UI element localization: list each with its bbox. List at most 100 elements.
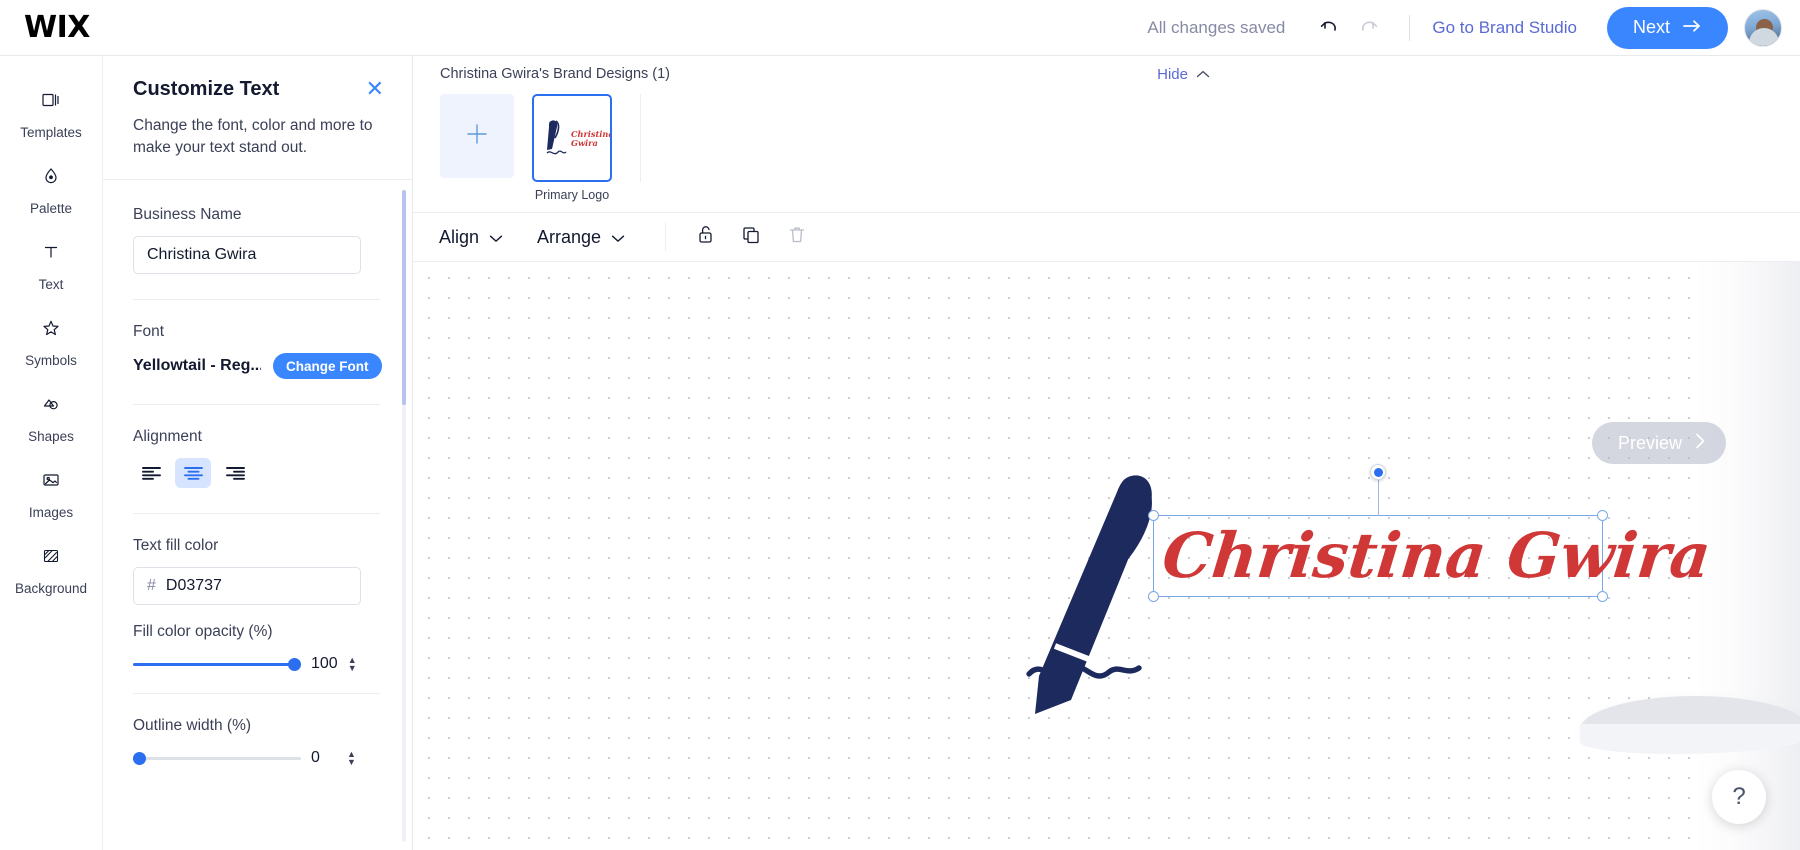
plus-icon <box>463 120 491 153</box>
canvas-toolbar: Align Arrange <box>413 212 1800 262</box>
next-button[interactable]: Next <box>1606 6 1728 49</box>
resize-handle-top-left[interactable] <box>1148 510 1159 521</box>
business-name-input[interactable] <box>133 236 361 274</box>
panel-scrollbar-thumb[interactable] <box>402 190 406 405</box>
outline-width-label: Outline width (%) <box>133 717 252 734</box>
thumbnail-label: Primary Logo <box>534 188 610 202</box>
hide-designs-button[interactable]: Hide <box>1157 66 1210 83</box>
text-fill-color-label: Text fill color <box>133 537 219 554</box>
align-right-button[interactable] <box>217 458 253 488</box>
top-bar-right-group: All changes saved Go to Brand Studio Nex… <box>1147 6 1800 49</box>
panel-scroll-area: Business Name Font Yellowtail - Reg... C… <box>103 180 412 850</box>
sidebar-label-palette: Palette <box>29 201 73 216</box>
wix-logo-maker-app: WIX All changes saved Go to Brand Studio… <box>0 0 1800 850</box>
slider-track <box>133 757 301 760</box>
fill-opacity-section: Fill color opacity (%) 100 ▲ ▼ <box>133 605 382 673</box>
change-font-button[interactable]: Change Font <box>273 353 382 379</box>
chevron-down-icon <box>489 227 503 248</box>
palette-droplet-icon <box>32 157 70 195</box>
outline-width-slider[interactable] <box>133 751 301 765</box>
sidebar-item-shapes[interactable]: Shapes <box>0 376 102 452</box>
arrange-dropdown[interactable]: Arrange <box>537 227 625 248</box>
divider <box>640 94 641 182</box>
sidebar-label-background: Background <box>14 581 88 596</box>
image-icon <box>32 461 70 499</box>
hex-color-input[interactable] <box>165 577 373 595</box>
sidebar-label-shapes: Shapes <box>28 429 74 444</box>
alignment-section: Alignment <box>133 405 382 488</box>
templates-icon <box>32 81 70 119</box>
redo-button[interactable] <box>1349 9 1387 47</box>
chevron-down-icon <box>611 227 625 248</box>
add-design-button[interactable] <box>440 94 514 178</box>
top-bar: WIX All changes saved Go to Brand Studio… <box>0 0 1800 56</box>
outline-width-stepper[interactable]: ▲ ▼ <box>347 749 356 766</box>
editor-area: Christina Gwira's Brand Designs (1) Hide <box>413 56 1800 850</box>
sidebar-item-background[interactable]: Background <box>0 528 102 604</box>
logo-thumbnail-art: Christina Gwira <box>546 120 610 155</box>
avatar[interactable] <box>1744 8 1782 47</box>
panel-subtitle: Change the font, color and more to make … <box>133 117 373 156</box>
duplicate-button[interactable] <box>734 220 768 254</box>
align-center-button[interactable] <box>175 458 211 488</box>
font-section: Font Yellowtail - Reg... Change Font <box>133 300 382 379</box>
delete-button[interactable] <box>780 220 814 254</box>
hide-label: Hide <box>1157 66 1188 83</box>
background-hatch-icon <box>32 537 70 575</box>
help-button[interactable]: ? <box>1712 770 1766 824</box>
unlock-button[interactable] <box>688 220 722 254</box>
hash-symbol: # <box>147 577 156 594</box>
chevron-right-icon <box>1694 432 1706 455</box>
sidebar-item-text[interactable]: Text <box>0 224 102 300</box>
chevron-down-icon[interactable]: ▼ <box>348 663 357 672</box>
sidebar-item-images[interactable]: Images <box>0 452 102 528</box>
sidebar-item-templates[interactable]: Templates <box>0 72 102 148</box>
thumbnail-primary-logo[interactable]: Christina Gwira Primary Logo <box>532 94 612 202</box>
sidebar-item-palette[interactable]: Palette <box>0 148 102 224</box>
chevron-up-icon <box>1196 66 1210 83</box>
star-icon <box>32 309 70 347</box>
thumbnail-list: Christina Gwira Primary Logo <box>413 94 1800 202</box>
close-icon[interactable]: ✕ <box>364 78 386 100</box>
align-left-button[interactable] <box>133 458 169 488</box>
align-dropdown[interactable]: Align <box>439 227 503 248</box>
alignment-label: Alignment <box>133 428 202 445</box>
page-title: Customize Text <box>133 78 280 100</box>
duplicate-icon <box>741 225 761 250</box>
fill-opacity-value: 100 <box>311 655 338 672</box>
fill-opacity-slider[interactable] <box>133 657 301 671</box>
canvas-backdrop-column <box>1695 262 1800 850</box>
save-status-text: All changes saved <box>1147 17 1286 37</box>
resize-handle-bottom-left[interactable] <box>1148 591 1159 602</box>
text-t-icon <box>32 233 70 271</box>
logo-design-group[interactable]: Christina Gwira <box>1013 462 1714 722</box>
chevron-down-icon[interactable]: ▼ <box>347 757 356 766</box>
preview-button-label: Preview <box>1617 432 1682 453</box>
svg-text:Gwira: Gwira <box>571 138 598 148</box>
brand-designs-title: Christina Gwira's Brand Designs (1) <box>440 66 671 82</box>
thumbnail-preview[interactable]: Christina Gwira <box>532 94 612 182</box>
sidebar-item-symbols[interactable]: Symbols <box>0 300 102 376</box>
go-to-brand-studio-link[interactable]: Go to Brand Studio <box>1432 18 1577 38</box>
rotate-stem <box>1378 474 1379 516</box>
rotate-handle[interactable] <box>1370 464 1386 480</box>
text-fill-color-section: Text fill color # <box>133 514 382 605</box>
business-name-section: Business Name <box>133 206 382 274</box>
unlock-icon <box>696 224 715 250</box>
design-canvas[interactable]: Christina Gwira Preview ? <box>413 262 1800 850</box>
fill-opacity-label: Fill color opacity (%) <box>133 623 273 640</box>
slider-knob[interactable] <box>133 752 146 765</box>
fill-opacity-stepper[interactable]: ▲ ▼ <box>348 655 357 672</box>
preview-button[interactable]: Preview <box>1591 422 1726 464</box>
wix-logo[interactable]: WIX <box>24 12 90 43</box>
logo-text[interactable]: Christina Gwira <box>1159 514 1714 598</box>
main-body: Templates Palette Text Symbols Shapes Im… <box>0 56 1800 850</box>
sidebar-label-images: Images <box>28 505 74 520</box>
slider-knob[interactable] <box>288 658 301 671</box>
undo-button[interactable] <box>1311 9 1349 47</box>
redo-icon <box>1356 16 1380 40</box>
resize-handle-bottom-right[interactable] <box>1597 591 1608 602</box>
hex-color-field[interactable]: # <box>133 567 373 605</box>
trash-icon <box>788 225 806 250</box>
sidebar-label-templates: Templates <box>20 125 82 140</box>
